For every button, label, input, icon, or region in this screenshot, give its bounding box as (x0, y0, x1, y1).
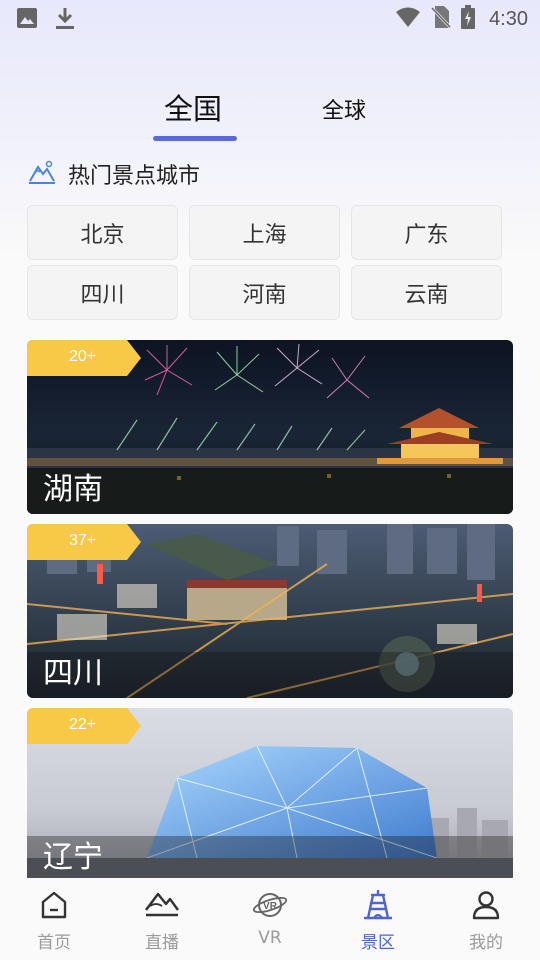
province-card-liaoning[interactable]: 22+ 辽宁 (27, 708, 513, 882)
vr-planet-icon: VR (252, 890, 288, 924)
nav-label: 直播 (145, 933, 179, 953)
city-button-henan[interactable]: 河南 (189, 265, 340, 320)
province-card-list: 20+ 湖南 37+ 四川 22+ 辽宁 (27, 340, 513, 892)
bottom-nav: 首页 直播 VR VR 景区 我的 (0, 878, 540, 960)
status-bar: 4:30 (0, 0, 540, 38)
city-button-sichuan[interactable]: 四川 (27, 265, 178, 320)
user-icon (471, 890, 501, 924)
clock: 4:30 (489, 7, 528, 30)
tower-icon (362, 889, 394, 924)
svg-text:VR: VR (263, 901, 278, 912)
count-badge-text: 20+ (69, 348, 97, 365)
city-grid: 北京 上海 广东 四川 河南 云南 (27, 205, 502, 320)
section-title: 热门景点城市 (68, 164, 201, 189)
download-notification-icon (54, 6, 76, 34)
count-badge-text: 37+ (69, 532, 97, 549)
nav-label: VR (258, 928, 282, 948)
wifi-icon (395, 6, 421, 32)
province-card-hunan[interactable]: 20+ 湖南 (27, 340, 513, 514)
card-province-name: 湖南 (43, 472, 103, 507)
tab-national[interactable]: 全国 (164, 86, 222, 128)
province-card-sichuan[interactable]: 37+ 四川 (27, 524, 513, 698)
city-button-beijing[interactable]: 北京 (27, 205, 178, 260)
nav-label: 我的 (469, 933, 503, 953)
count-badge-text: 22+ (69, 716, 97, 733)
nav-item-vr[interactable]: VR VR (216, 878, 324, 960)
tab-global[interactable]: 全球 (322, 93, 366, 125)
image-notification-icon (16, 7, 38, 33)
home-icon (39, 890, 69, 924)
nav-item-live[interactable]: 直播 (108, 878, 216, 960)
mountain-live-icon (144, 890, 180, 924)
card-province-name: 四川 (43, 656, 103, 691)
scenic-mountain-icon (28, 159, 56, 189)
nav-item-scenic[interactable]: 景区 (324, 878, 432, 960)
city-button-yunnan[interactable]: 云南 (351, 265, 502, 320)
card-province-name: 辽宁 (43, 840, 103, 875)
region-tabs: 全国 全球 (0, 80, 540, 144)
city-button-shanghai[interactable]: 上海 (189, 205, 340, 260)
nav-item-home[interactable]: 首页 (0, 878, 108, 960)
section-header: 热门景点城市 (28, 158, 200, 190)
city-button-guangdong[interactable]: 广东 (351, 205, 502, 260)
nav-label: 景区 (361, 933, 395, 953)
tab-active-indicator (153, 136, 237, 141)
nav-item-profile[interactable]: 我的 (432, 878, 540, 960)
battery-charging-icon (461, 5, 476, 33)
nav-label: 首页 (37, 933, 71, 953)
no-sim-icon (430, 5, 452, 33)
